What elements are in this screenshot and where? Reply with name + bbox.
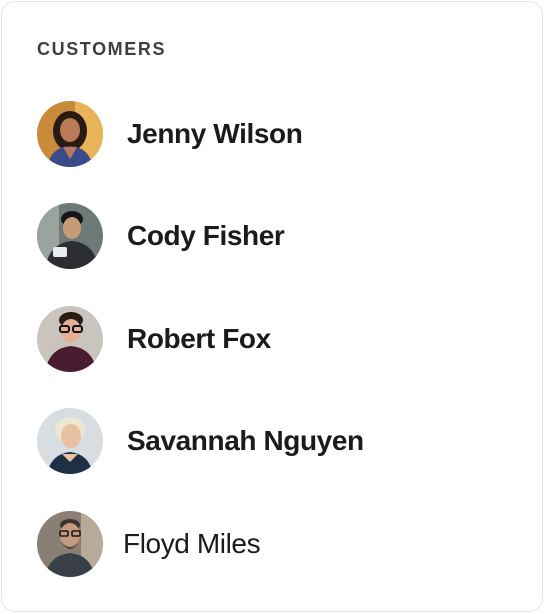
customer-item[interactable]: Savannah Nguyen: [37, 408, 364, 474]
man-glasses-portrait-icon: [37, 306, 103, 372]
man-portrait-icon: [37, 203, 103, 269]
customer-item[interactable]: Robert Fox: [37, 306, 271, 372]
customer-item[interactable]: Jenny Wilson: [37, 101, 303, 167]
customer-item[interactable]: Floyd Miles: [37, 511, 261, 577]
customer-item[interactable]: Cody Fisher: [37, 203, 285, 269]
man-bearded-portrait-icon: [37, 511, 103, 577]
customer-name: Savannah Nguyen: [127, 425, 364, 456]
woman-portrait-icon: [37, 408, 103, 474]
customer-name: Floyd Miles: [123, 528, 261, 559]
customers-heading: CUSTOMERS: [37, 39, 167, 59]
woman-portrait-icon: [37, 101, 103, 167]
customer-name: Jenny Wilson: [127, 118, 303, 149]
customers-card: CUSTOMERS Jenny Wilson Cody Fisher Rober…: [1, 1, 543, 612]
customer-name: Cody Fisher: [127, 220, 285, 251]
customer-name: Robert Fox: [127, 323, 271, 354]
